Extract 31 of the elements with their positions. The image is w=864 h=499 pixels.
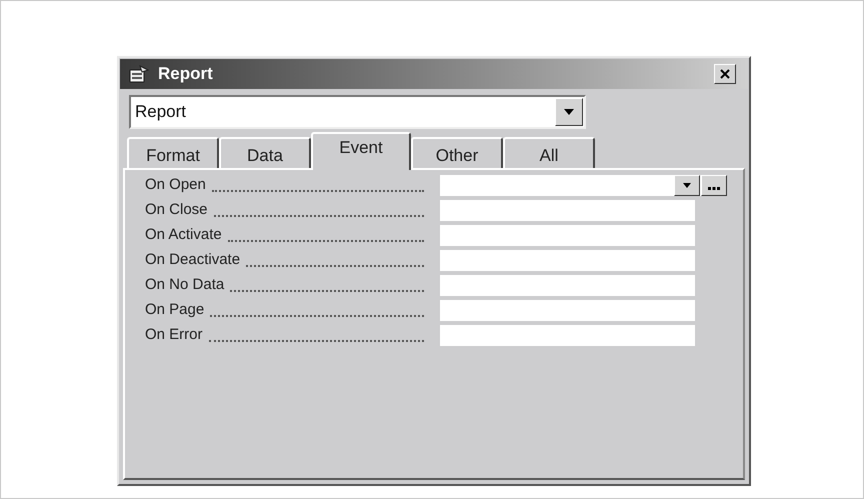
- property-label: On Close: [144, 200, 208, 220]
- property-field[interactable]: [440, 325, 695, 346]
- tab[interactable]: All: [503, 137, 595, 168]
- property-field[interactable]: [440, 300, 695, 321]
- property-field[interactable]: [440, 175, 727, 196]
- property-label: On Page: [144, 300, 204, 320]
- property-field[interactable]: [440, 250, 695, 271]
- property-label: On Open: [144, 175, 206, 196]
- builder-button[interactable]: [701, 175, 727, 196]
- property-label: On Activate: [144, 225, 222, 246]
- property-field[interactable]: [440, 275, 695, 296]
- close-icon: [719, 68, 731, 80]
- tab[interactable]: Other: [411, 137, 503, 168]
- object-combo-box[interactable]: Report: [129, 95, 586, 129]
- caret-icon: [682, 182, 692, 188]
- window-title: Report: [158, 63, 213, 86]
- property-label: On No Data: [144, 275, 224, 296]
- tab[interactable]: Event: [311, 132, 411, 170]
- tab[interactable]: Format: [127, 137, 219, 168]
- caret-icon: [563, 108, 575, 116]
- dropdown-button[interactable]: [674, 175, 700, 196]
- tab[interactable]: Data: [219, 137, 311, 168]
- property-field[interactable]: [440, 200, 695, 221]
- close-button[interactable]: [714, 64, 736, 84]
- property-field[interactable]: [440, 225, 695, 246]
- property-label: On Error: [144, 325, 203, 346]
- property-label: On Deactivate: [144, 250, 240, 270]
- properties-icon: [128, 64, 150, 84]
- ellipsis-icon: [708, 187, 720, 190]
- dropdown-button[interactable]: [555, 98, 583, 126]
- combo-value: Report: [134, 101, 188, 124]
